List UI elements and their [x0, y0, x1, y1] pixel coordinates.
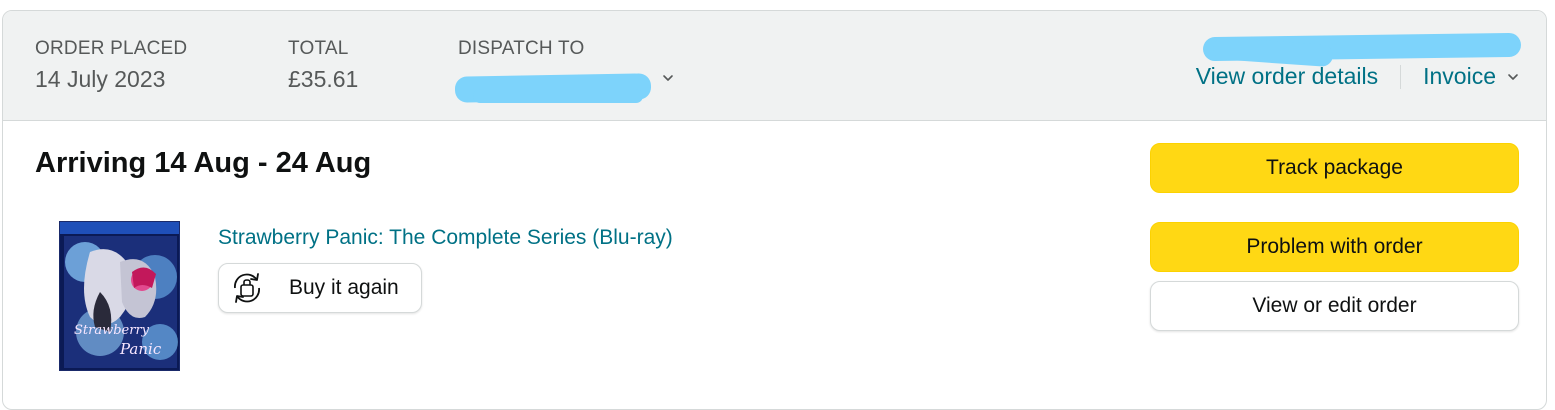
buy-again-label: Buy it again — [289, 276, 399, 299]
view-or-edit-order-button[interactable]: View or edit order — [1150, 281, 1519, 331]
total-label: TOTAL — [288, 38, 349, 59]
chevron-down-icon[interactable] — [661, 71, 675, 85]
dispatch-column: DISPATCH TO — [458, 38, 584, 60]
chevron-down-icon — [1508, 73, 1518, 80]
order-card: ORDER PLACED 14 July 2023 TOTAL £35.61 D… — [2, 10, 1547, 410]
redacted-address-scribble — [473, 89, 643, 103]
product-title-link[interactable]: Strawberry Panic: The Complete Series (B… — [218, 226, 673, 250]
product-image[interactable]: Strawberry Panic — [59, 221, 180, 371]
header-links: View order details Invoice — [1196, 63, 1520, 90]
order-placed-date: 14 July 2023 — [35, 66, 166, 92]
invoice-label: Invoice — [1423, 63, 1496, 89]
dispatch-label: DISPATCH TO — [458, 38, 585, 59]
buy-again-button[interactable]: Buy it again — [218, 263, 422, 313]
invoice-dropdown[interactable]: Invoice — [1423, 63, 1520, 90]
link-divider — [1400, 64, 1402, 89]
view-order-details-link[interactable]: View order details — [1196, 63, 1378, 90]
order-header: ORDER PLACED 14 July 2023 TOTAL £35.61 D… — [3, 11, 1546, 121]
cover-title-line1: Strawberry — [74, 323, 150, 338]
order-placed-label: ORDER PLACED — [35, 38, 188, 59]
blu-ray-cover: Strawberry Panic — [60, 222, 179, 370]
total-column: TOTAL £35.61 — [288, 38, 358, 93]
total-value: £35.61 — [288, 66, 359, 92]
cover-title-line2: Panic — [119, 340, 162, 358]
track-package-button[interactable]: Track package — [1150, 143, 1519, 193]
problem-with-order-button[interactable]: Problem with order — [1150, 222, 1519, 272]
order-placed-column: ORDER PLACED 14 July 2023 — [35, 38, 187, 93]
delivery-status-heading: Arriving 14 Aug - 24 Aug — [35, 147, 372, 179]
buy-again-icon — [227, 268, 267, 308]
